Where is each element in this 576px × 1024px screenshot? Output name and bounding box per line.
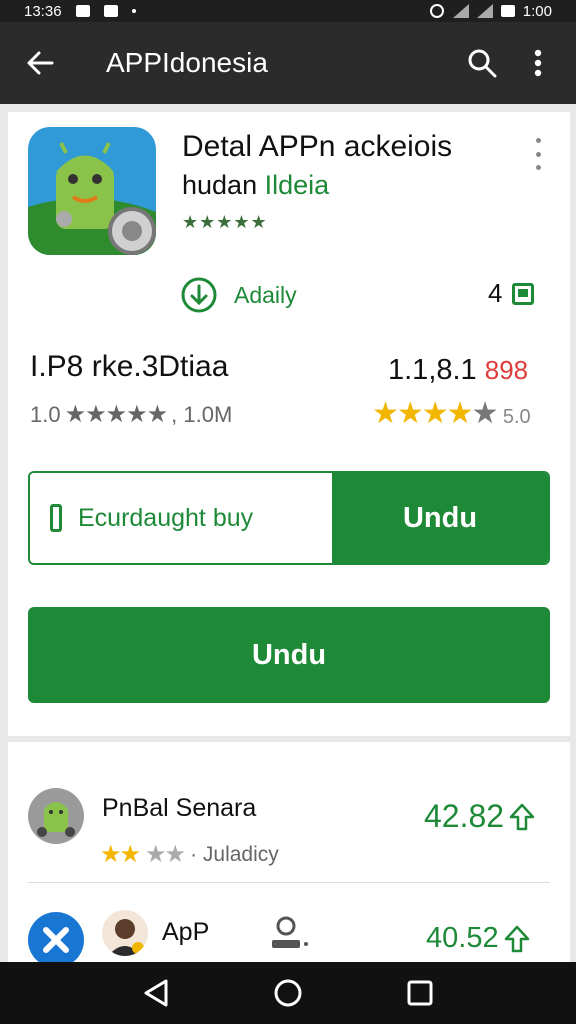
buy-device-button[interactable]: Ecurdaught buy (30, 473, 332, 563)
price-value: 42.82 (424, 798, 505, 834)
developer-name: hudan Ildeia (182, 168, 329, 202)
user-rating-stars[interactable]: ★★★★★ 5.0 (372, 396, 531, 431)
tools-avatar (28, 912, 84, 968)
list-item[interactable]: PnBal Senara ★★ ★★ · Juladicy 42.82 (8, 762, 570, 882)
card-more-button[interactable] (524, 138, 552, 170)
tools-icon (43, 927, 69, 953)
related-apps-card: PnBal Senara ★★ ★★ · Juladicy 42.82 ApP … (8, 742, 570, 972)
square-recents-icon (407, 980, 433, 1006)
overflow-menu-button[interactable] (510, 22, 566, 104)
list-item-rating: ★★ ★★ · Juladicy (100, 840, 279, 869)
up-arrow-icon (509, 803, 535, 830)
circle-home-icon (274, 979, 302, 1007)
rating-value: 1.0 (30, 401, 61, 427)
more-vert-icon (534, 49, 542, 77)
list-item-sub: · Juladicy (190, 842, 279, 866)
back-button[interactable] (0, 22, 80, 104)
more-dot-icon (535, 138, 541, 143)
version-red: 898 (484, 355, 529, 385)
app-name: Detal APPn ackeiois (182, 130, 453, 163)
stars-label: 5.0 (502, 406, 531, 428)
avatar (28, 788, 84, 844)
dot-icon (131, 9, 136, 13)
triangle-back-icon (144, 979, 168, 1007)
user-avatar (102, 910, 148, 956)
page-title: APPIdonesia (106, 47, 268, 78)
install-button[interactable]: Undu (28, 607, 550, 703)
badge-number: 4 (488, 278, 503, 308)
developer-highlight: Ildeia (264, 170, 330, 200)
search-button[interactable] (454, 22, 510, 104)
buy-label: Ecurdaught buy (78, 503, 254, 532)
badge-count: 4 (488, 278, 535, 309)
up-arrow-icon (504, 925, 529, 952)
notification-icon (75, 5, 90, 17)
more-dot-icon (535, 151, 541, 157)
split-button: Ecurdaught buy Undu (28, 471, 550, 565)
download-circle-icon (181, 277, 217, 313)
price-value: 40.52 (426, 922, 499, 954)
nav-back-button[interactable] (126, 968, 186, 1018)
list-stars-filled: ★★ (100, 841, 141, 868)
list-item-title: ApP (162, 918, 210, 946)
signal-icon (452, 4, 469, 18)
battery-text: 1:00 (522, 2, 552, 20)
wifi-icon (476, 4, 493, 18)
download-count: , 1.0M (171, 401, 233, 427)
back-arrow-icon (27, 51, 54, 75)
list-item-price: 40.52 (426, 922, 531, 955)
list-item[interactable]: ApP 40.52 (8, 894, 570, 968)
message-icon (103, 5, 118, 17)
alarm-icon (429, 4, 444, 18)
stars-filled: ★★★★ (372, 397, 474, 430)
stat-name: I.P8 rke.3Dtiaa (30, 350, 229, 383)
app-logo (28, 127, 156, 255)
search-icon (468, 49, 497, 78)
list-item-price: 42.82 (424, 798, 536, 835)
nav-recents-button[interactable] (390, 968, 450, 1018)
stars-empty: ★ (471, 397, 499, 430)
nav-home-button[interactable] (258, 968, 318, 1018)
version-number: 1.1,8.1 (388, 354, 477, 386)
person-icon (272, 916, 308, 948)
list-stars-empty: ★★ (145, 841, 186, 868)
more-dot-icon (535, 165, 541, 170)
battery-icon (500, 5, 515, 17)
developer-prefix: hudan (182, 170, 258, 200)
status-bar: 13:36 1:00 (0, 0, 576, 22)
install-status[interactable]: Adaily (180, 276, 297, 314)
rating-stars: ★★★★★ (182, 212, 268, 232)
system-nav-bar (0, 962, 576, 1024)
rating-stars-small: ★★★★★ (64, 401, 169, 428)
divider (28, 882, 550, 883)
rating-summary: 1.0 ★★★★★ , 1.0M (30, 400, 232, 429)
android-robot-icon (28, 127, 156, 255)
app-bar: APPIdonesia (0, 22, 576, 104)
stat-version: 1.1,8.1 898 (388, 354, 528, 387)
app-detail-card: Detal APPn ackeiois hudan Ildeia ★★★★★ A… (8, 112, 570, 736)
android-avatar-icon (28, 788, 84, 844)
list-item-title: PnBal Senara (102, 794, 257, 822)
status-time: 13:36 (24, 2, 62, 20)
phone-icon (50, 504, 62, 532)
person-photo-icon (102, 910, 148, 956)
screen-icon (512, 282, 535, 305)
install-label: Adaily (234, 281, 297, 308)
install-split-button[interactable]: Undu (332, 473, 548, 563)
